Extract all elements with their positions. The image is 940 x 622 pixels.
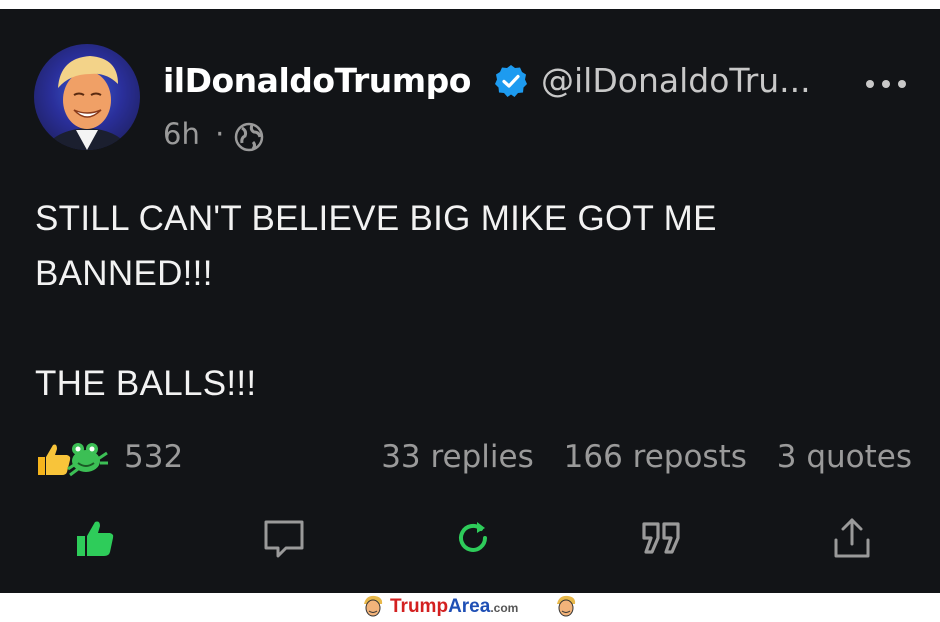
author-handle[interactable]: @ilDonaldoTru... <box>541 61 811 100</box>
share-icon <box>834 518 870 558</box>
trump-face-icon <box>364 595 383 617</box>
stat-links: 33 replies 166 reposts 3 quotes <box>361 439 912 475</box>
share-button[interactable] <box>830 516 874 560</box>
verified-badge-icon <box>495 65 527 97</box>
quote-icon <box>642 522 680 554</box>
meta-separator: · <box>215 117 225 151</box>
engagement-stats: 532 33 replies 166 reposts 3 quotes <box>0 435 940 479</box>
avatar[interactable] <box>34 44 140 150</box>
frog-icon <box>67 443 108 477</box>
repost-button[interactable] <box>451 516 495 560</box>
post-card: ilDonaldoTrumpo @ilDonaldoTru... 6h · ST… <box>0 9 940 593</box>
reposts-count[interactable]: 166 reposts <box>564 439 747 475</box>
refresh-icon <box>459 522 487 552</box>
post-text: STILL CAN'T BELIEVE BIG MIKE GOT ME BANN… <box>35 191 875 411</box>
watermark-bar: TrumpArea.com <box>0 593 940 622</box>
watermark-suffix: .com <box>490 601 519 615</box>
post-text-line: BANNED!!! <box>35 254 213 293</box>
post-time[interactable]: 6h <box>163 117 200 151</box>
watermark-brand-blue: Area <box>448 596 491 617</box>
thumbs-up-icon <box>77 521 114 556</box>
post-text-line: STILL CAN'T BELIEVE BIG MIKE GOT ME <box>35 199 717 238</box>
more-options-icon[interactable] <box>864 77 908 91</box>
trump-face-icon <box>557 595 576 617</box>
globe-icon <box>234 122 264 152</box>
comment-icon <box>264 520 304 558</box>
reaction-count[interactable]: 532 <box>124 439 183 475</box>
post-meta: 6h · <box>163 117 224 151</box>
post-text-line: THE BALLS!!! <box>35 364 257 403</box>
watermark-logo: TrumpArea.com <box>390 596 518 618</box>
avatar-image <box>44 56 130 150</box>
top-border <box>0 0 940 9</box>
quote-button[interactable] <box>640 516 684 560</box>
replies-count[interactable]: 33 replies <box>381 439 534 475</box>
like-button[interactable] <box>73 516 117 560</box>
reply-button[interactable] <box>262 516 306 560</box>
author-display-name[interactable]: ilDonaldoTrumpo <box>163 61 471 100</box>
quotes-count[interactable]: 3 quotes <box>777 439 912 475</box>
watermark-brand-red: Trump <box>390 596 449 617</box>
